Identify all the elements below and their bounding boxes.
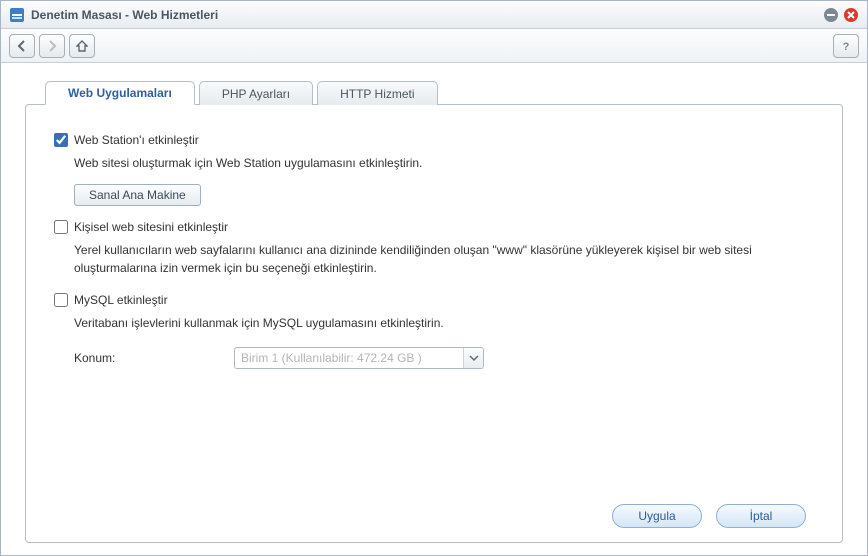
content-area: Web Uygulamaları PHP Ayarları HTTP Hizme… bbox=[1, 63, 867, 555]
tab-bar: Web Uygulamaları PHP Ayarları HTTP Hizme… bbox=[25, 81, 843, 105]
web-station-desc: Web sitesi oluşturmak için Web Station u… bbox=[74, 155, 814, 172]
window-title: Denetim Masası - Web Hizmetleri bbox=[31, 8, 819, 22]
option-web-station: Web Station'ı etkinleştir bbox=[54, 133, 814, 147]
chevron-down-icon bbox=[463, 348, 483, 368]
mysql-desc: Veritabanı işlevlerini kullanmak için My… bbox=[74, 315, 814, 332]
minimize-icon[interactable] bbox=[823, 7, 839, 23]
personal-web-desc: Yerel kullanıcıların web sayfalarını kul… bbox=[74, 242, 814, 277]
mysql-checkbox[interactable] bbox=[54, 293, 68, 307]
app-icon bbox=[9, 7, 25, 23]
tab-php-settings[interactable]: PHP Ayarları bbox=[199, 81, 313, 105]
location-value: Birim 1 (Kullanılabilir: 472.24 GB ) bbox=[241, 351, 422, 365]
option-mysql: MySQL etkinleştir bbox=[54, 293, 814, 307]
mysql-label: MySQL etkinleştir bbox=[74, 293, 168, 307]
cancel-button[interactable]: İptal bbox=[716, 504, 806, 528]
virtual-host-button[interactable]: Sanal Ana Makine bbox=[74, 184, 201, 206]
tab-web-apps[interactable]: Web Uygulamaları bbox=[45, 81, 195, 105]
personal-web-label: Kişisel web sitesini etkinleştir bbox=[74, 220, 228, 234]
window: Denetim Masası - Web Hizmetleri ? Web Uy… bbox=[0, 0, 868, 556]
personal-web-checkbox[interactable] bbox=[54, 220, 68, 234]
close-icon[interactable] bbox=[843, 7, 859, 23]
option-personal-web: Kişisel web sitesini etkinleştir bbox=[54, 220, 814, 234]
help-button[interactable]: ? bbox=[833, 34, 859, 58]
web-station-checkbox[interactable] bbox=[54, 133, 68, 147]
tab-http-service[interactable]: HTTP Hizmeti bbox=[317, 81, 437, 105]
location-select[interactable]: Birim 1 (Kullanılabilir: 472.24 GB ) bbox=[234, 347, 484, 369]
toolbar: ? bbox=[1, 29, 867, 63]
web-station-label: Web Station'ı etkinleştir bbox=[74, 133, 199, 147]
mysql-location-row: Konum: Birim 1 (Kullanılabilir: 472.24 G… bbox=[74, 347, 814, 369]
svg-text:?: ? bbox=[843, 41, 850, 52]
forward-button[interactable] bbox=[39, 34, 65, 58]
home-button[interactable] bbox=[69, 34, 95, 58]
apply-button[interactable]: Uygula bbox=[612, 504, 702, 528]
panel-footer: Uygula İptal bbox=[54, 492, 814, 528]
tab-panel: Web Station'ı etkinleştir Web sitesi olu… bbox=[25, 104, 843, 543]
back-button[interactable] bbox=[9, 34, 35, 58]
titlebar: Denetim Masası - Web Hizmetleri bbox=[1, 1, 867, 29]
location-label: Konum: bbox=[74, 351, 234, 365]
